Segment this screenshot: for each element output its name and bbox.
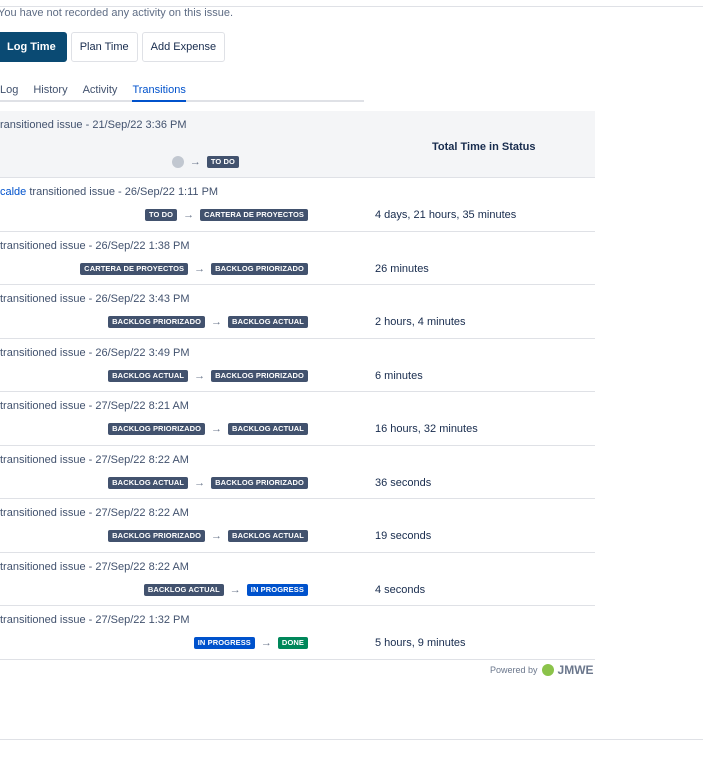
- user-link[interactable]: calde: [0, 186, 26, 198]
- transition-lozenges: BACKLOG ACTUAL → IN PROGRESS: [143, 583, 308, 596]
- arrow-right-icon: →: [211, 530, 223, 542]
- transition-author: transitioned issue - 26/Sep/22 3:49 PM: [0, 347, 190, 359]
- time-in-status: 5 hours, 9 minutes: [375, 637, 466, 649]
- arrow-right-icon: →: [260, 637, 272, 649]
- to-status-lozenge: CARTERA DE PROYECTOS: [200, 209, 308, 221]
- bottom-divider: [0, 739, 703, 740]
- tab-log[interactable]: Log: [0, 82, 33, 100]
- creation-text: ransitioned issue - 21/Sep/22 3:36 PM: [0, 119, 187, 131]
- from-status-lozenge: BACKLOG ACTUAL: [143, 583, 224, 596]
- transition-author: transitioned issue - 26/Sep/22 1:38 PM: [0, 240, 190, 252]
- arrow-right-icon: →: [194, 476, 206, 489]
- transition-author: transitioned issue - 26/Sep/22 3:43 PM: [0, 293, 190, 305]
- arrow-right-icon: →: [211, 316, 223, 328]
- transitions-header-row: ransitioned issue - 21/Sep/22 3:36 PM → …: [0, 111, 595, 178]
- transition-lozenges: BACKLOG ACTUAL → BACKLOG PRIORIZADO: [108, 476, 308, 489]
- plan-time-button[interactable]: Plan Time: [70, 32, 138, 62]
- transition-lozenges: TO DO → CARTERA DE PROYECTOS: [144, 209, 308, 221]
- tab-transitions[interactable]: Transitions: [132, 82, 200, 102]
- to-status-lozenge: BACKLOG PRIORIZADO: [211, 476, 308, 489]
- transition-author: transitioned issue - 27/Sep/22 8:22 AM: [0, 507, 189, 519]
- powered-by: Powered by JMWE: [490, 663, 594, 677]
- arrow-right-icon: →: [194, 262, 206, 275]
- to-status-lozenge: BACKLOG PRIORIZADO: [211, 369, 308, 382]
- transition-text: transitioned issue - 26/Sep/22 3:49 PM: [0, 346, 190, 359]
- tab-activity[interactable]: Activity: [83, 82, 133, 100]
- status-lozenge: TO DO: [206, 156, 239, 168]
- time-in-status: 2 hours, 4 minutes: [375, 316, 466, 328]
- transition-author: calde transitioned issue - 26/Sep/22 1:1…: [0, 186, 218, 198]
- no-activity-message: You have not recorded any activity on th…: [0, 7, 234, 19]
- to-status-lozenge: BACKLOG ACTUAL: [228, 316, 308, 328]
- transition-lozenges: BACKLOG ACTUAL → BACKLOG PRIORIZADO: [108, 369, 308, 382]
- from-status-lozenge: BACKLOG PRIORIZADO: [108, 423, 206, 435]
- transition-lozenges: IN PROGRESS → DONE: [193, 637, 308, 649]
- add-expense-button[interactable]: Add Expense: [141, 32, 226, 62]
- arrow-right-icon: →: [211, 423, 223, 435]
- table-row: transitioned issue - 26/Sep/22 3:43 PM BA…: [0, 285, 595, 339]
- transitions-table: ransitioned issue - 21/Sep/22 3:36 PM → …: [0, 111, 595, 660]
- to-status-lozenge: DONE: [277, 637, 308, 649]
- transition-text: transitioned issue - 26/Sep/22 1:38 PM: [0, 239, 190, 252]
- time-in-status: 4 seconds: [375, 583, 426, 596]
- time-in-status: 4 days, 21 hours, 35 minutes: [375, 209, 517, 221]
- to-status-lozenge: BACKLOG ACTUAL: [228, 530, 308, 542]
- transition-text: transitioned issue - 27/Sep/22 1:32 PM: [0, 614, 190, 626]
- table-row: transitioned issue - 26/Sep/22 3:49 PM BA…: [0, 339, 595, 392]
- table-row: transitioned issue - 27/Sep/22 8:22 AM BA…: [0, 553, 595, 606]
- time-in-status: 16 hours, 32 minutes: [375, 423, 478, 435]
- transition-lozenges: BACKLOG PRIORIZADO → BACKLOG ACTUAL: [108, 316, 308, 328]
- table-row: transitioned issue - 27/Sep/22 1:32 PM IN…: [0, 606, 595, 660]
- transition-author: transitioned issue - 27/Sep/22 8:22 AM: [0, 454, 189, 466]
- log-time-button[interactable]: Log Time: [0, 32, 67, 62]
- to-status-lozenge: BACKLOG ACTUAL: [228, 423, 308, 435]
- from-status-lozenge: BACKLOG PRIORIZADO: [108, 530, 206, 542]
- transition-text: transitioned issue - 26/Sep/22 3:43 PM: [0, 293, 190, 305]
- empty-status-icon: [171, 156, 184, 168]
- table-row: calde transitioned issue - 26/Sep/22 1:1…: [0, 178, 595, 232]
- transition-rows: calde transitioned issue - 26/Sep/22 1:1…: [0, 178, 595, 660]
- total-time-header: Total Time in Status: [432, 141, 536, 153]
- activity-tabs: Log History Activity Transitions: [0, 82, 364, 102]
- transition-author: transitioned issue - 27/Sep/22 1:32 PM: [0, 614, 190, 626]
- transition-lozenges: BACKLOG PRIORIZADO → BACKLOG ACTUAL: [108, 530, 308, 542]
- initial-transition: → TO DO: [171, 156, 239, 168]
- time-in-status: 6 minutes: [375, 369, 423, 382]
- to-status-lozenge: IN PROGRESS: [246, 583, 308, 596]
- arrow-right-icon: →: [189, 156, 201, 168]
- transition-lozenges: BACKLOG PRIORIZADO → BACKLOG ACTUAL: [108, 423, 308, 435]
- to-status-lozenge: BACKLOG PRIORIZADO: [211, 262, 308, 275]
- from-status-lozenge: TO DO: [144, 209, 178, 221]
- transition-text: transitioned issue - 27/Sep/22 8:22 AM: [0, 507, 189, 519]
- arrow-right-icon: →: [183, 209, 195, 221]
- from-status-lozenge: IN PROGRESS: [193, 637, 255, 649]
- transition-text: transitioned issue - 27/Sep/22 8:22 AM: [0, 560, 189, 573]
- transition-text: transitioned issue - 27/Sep/22 8:22 AM: [0, 453, 189, 466]
- table-row: transitioned issue - 27/Sep/22 8:22 AM BA…: [0, 499, 595, 553]
- time-in-status: 26 minutes: [375, 262, 429, 275]
- table-row: transitioned issue - 26/Sep/22 1:38 PM CA…: [0, 232, 595, 285]
- time-in-status: 19 seconds: [375, 530, 432, 542]
- transition-text: transitioned issue - 27/Sep/22 8:21 AM: [0, 400, 189, 412]
- time-actions: Log Time Plan Time Add Expense: [0, 32, 226, 62]
- transition-author: transitioned issue - 27/Sep/22 8:21 AM: [0, 400, 189, 412]
- transition-author: transitioned issue - 27/Sep/22 8:22 AM: [0, 561, 189, 573]
- table-row: transitioned issue - 27/Sep/22 8:21 AM BA…: [0, 392, 595, 446]
- jmwe-logo-icon: [541, 664, 554, 676]
- powered-by-label: Powered by: [490, 665, 538, 675]
- from-status-lozenge: BACKLOG ACTUAL: [108, 369, 189, 382]
- transition-text: transitioned issue - 26/Sep/22 1:11 PM: [26, 186, 219, 198]
- table-row: transitioned issue - 27/Sep/22 8:22 AM BA…: [0, 446, 595, 499]
- time-in-status: 36 seconds: [375, 476, 432, 489]
- transition-lozenges: CARTERA DE PROYECTOS → BACKLOG PRIORIZADO: [80, 262, 308, 275]
- arrow-right-icon: →: [194, 369, 206, 382]
- from-status-lozenge: BACKLOG PRIORIZADO: [108, 316, 206, 328]
- jmwe-brand: JMWE: [557, 663, 594, 677]
- from-status-lozenge: BACKLOG ACTUAL: [108, 476, 189, 489]
- from-status-lozenge: CARTERA DE PROYECTOS: [80, 262, 189, 275]
- arrow-right-icon: →: [229, 583, 241, 596]
- tab-history[interactable]: History: [33, 82, 82, 100]
